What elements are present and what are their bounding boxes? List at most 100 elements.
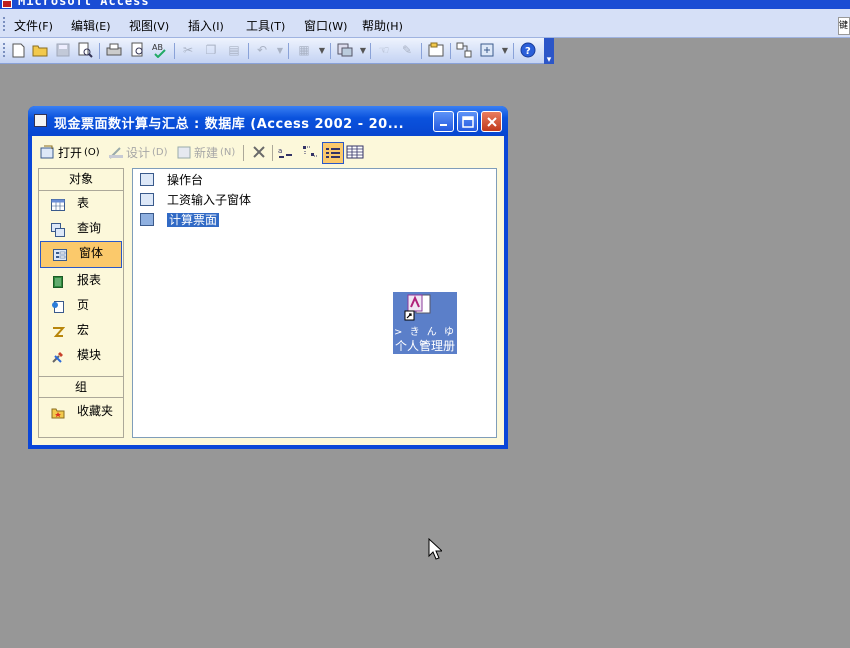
design-label: 设计 bbox=[126, 145, 151, 160]
menu-window[interactable]: 窗口(W) bbox=[304, 17, 347, 34]
new-icon bbox=[176, 144, 192, 160]
small-icons-button[interactable] bbox=[302, 141, 318, 163]
menu-tools[interactable]: 工具(T) bbox=[246, 17, 285, 34]
undo-icon[interactable]: ↶ bbox=[254, 42, 270, 58]
toolbar-separator bbox=[99, 43, 100, 59]
objects-header[interactable]: 对象 bbox=[39, 169, 123, 191]
object-modules[interactable]: 模块 bbox=[39, 343, 123, 368]
details-view-button[interactable] bbox=[346, 141, 364, 163]
toolbar-options-icon[interactable]: ▾ bbox=[544, 38, 554, 65]
new-object-icon[interactable] bbox=[479, 42, 495, 58]
access-app-icon bbox=[2, 0, 12, 8]
design-icon bbox=[108, 144, 124, 160]
database-icon bbox=[34, 114, 47, 127]
query-icon bbox=[51, 221, 65, 237]
object-queries-label: 查询 bbox=[77, 221, 102, 235]
form-icon bbox=[140, 213, 154, 226]
close-button[interactable] bbox=[481, 111, 502, 132]
large-icons-button[interactable]: a bbox=[278, 141, 294, 163]
toolbar-separator bbox=[421, 43, 422, 59]
delete-icon bbox=[253, 146, 265, 158]
open-label: 打开 bbox=[58, 145, 83, 160]
script-icon[interactable]: ✎ bbox=[399, 42, 415, 58]
save-icon[interactable] bbox=[55, 42, 71, 58]
object-pages[interactable]: 页 bbox=[39, 293, 123, 318]
spelling-icon[interactable]: AB bbox=[152, 42, 168, 58]
small-icons-icon bbox=[303, 146, 317, 157]
objects-pane: 对象 表 查询 窗体 报表 页 宏 模块 组 收藏夹 bbox=[38, 168, 124, 438]
database-window-titlebar[interactable]: 现金票面数计算与汇总 : 数据库 (Access 2002 - 20... bbox=[28, 106, 508, 136]
list-item-label: 工资输入子窗体 bbox=[167, 193, 252, 207]
delete-button[interactable] bbox=[251, 141, 267, 163]
analyze-dropdown-icon[interactable]: ▼ bbox=[355, 42, 371, 58]
toolbar-separator bbox=[513, 43, 514, 59]
open-button[interactable]: 打开 (O) bbox=[40, 141, 100, 163]
paste-icon[interactable]: ▤ bbox=[226, 42, 242, 58]
maximize-button[interactable] bbox=[457, 111, 478, 132]
menu-bar: 文件(F) 编辑(E) 视图(V) 插入(I) 工具(T) 窗口(W) 帮助(H… bbox=[0, 9, 850, 38]
office-links-icon[interactable]: ▦ bbox=[296, 42, 312, 58]
form-icon bbox=[53, 247, 67, 261]
list-item-label: 计算票面 bbox=[167, 213, 220, 227]
group-favorites-label: 收藏夹 bbox=[77, 404, 114, 418]
search-file-icon[interactable] bbox=[77, 42, 93, 58]
minimize-button[interactable] bbox=[433, 111, 454, 132]
toolbar-separator bbox=[174, 43, 175, 59]
database-window-body: 打开 (O) 设计 (D) 新建 (N) a 对象 表 查询 窗体 报表 页 宏… bbox=[32, 136, 504, 445]
object-macros-label: 宏 bbox=[77, 323, 90, 337]
object-tables[interactable]: 表 bbox=[39, 191, 123, 216]
object-forms[interactable]: 窗体 bbox=[40, 241, 122, 268]
menu-edit[interactable]: 编辑(E) bbox=[71, 17, 111, 34]
groups-header[interactable]: 组 bbox=[39, 376, 123, 398]
database-window: 现金票面数计算与汇总 : 数据库 (Access 2002 - 20... 打开… bbox=[28, 106, 508, 449]
cut-icon[interactable]: ✂ bbox=[180, 42, 196, 58]
menu-help[interactable]: 帮助(H) bbox=[362, 17, 403, 34]
new-button[interactable]: 新建 (N) bbox=[176, 141, 235, 163]
object-pages-label: 页 bbox=[77, 298, 90, 312]
object-queries[interactable]: 查询 bbox=[39, 216, 123, 241]
office-links-dropdown-icon[interactable]: ▼ bbox=[314, 42, 330, 58]
print-icon[interactable] bbox=[106, 42, 122, 58]
page-icon bbox=[51, 298, 65, 313]
group-favorites[interactable]: 收藏夹 bbox=[39, 399, 123, 424]
help-icon[interactable]: ? bbox=[520, 42, 536, 58]
copy-icon[interactable]: ❐ bbox=[203, 42, 219, 58]
mouse-cursor-icon bbox=[428, 538, 442, 560]
list-view-icon bbox=[326, 148, 340, 158]
toolbar-separator bbox=[248, 43, 249, 59]
toolbar-grip[interactable] bbox=[3, 43, 7, 57]
code-icon[interactable]: ☜ bbox=[376, 42, 392, 58]
properties-icon[interactable] bbox=[428, 42, 444, 58]
list-item[interactable]: 工资输入子窗体 bbox=[139, 191, 251, 209]
menu-view[interactable]: 视图(V) bbox=[129, 17, 169, 34]
list-item[interactable]: 操作台 bbox=[139, 171, 203, 189]
new-object-dropdown-icon[interactable]: ▼ bbox=[497, 42, 513, 58]
question-box[interactable]: 键 bbox=[838, 17, 850, 35]
list-view-button[interactable] bbox=[322, 142, 344, 164]
design-button[interactable]: 设计 (D) bbox=[108, 141, 168, 163]
object-tables-label: 表 bbox=[77, 196, 90, 210]
toolbar-separator bbox=[288, 43, 289, 59]
undo-dropdown-icon[interactable]: ▼ bbox=[272, 42, 288, 58]
window-toolbar-separator bbox=[272, 145, 273, 161]
svg-text:AB: AB bbox=[152, 43, 163, 52]
list-item-selected[interactable]: 计算票面 bbox=[139, 211, 220, 229]
menu-file[interactable]: 文件(F) bbox=[14, 17, 53, 34]
relationships-icon[interactable] bbox=[456, 42, 472, 58]
toolbar-separator bbox=[370, 43, 371, 59]
open-folder-icon[interactable] bbox=[32, 42, 48, 58]
object-reports[interactable]: 报表 bbox=[39, 268, 123, 293]
access-shortcut-icon bbox=[404, 294, 431, 321]
database-toolbar: AB ✂ ❐ ▤ ↶ ▼ ▦ ▼ ▼ ☜ ✎ ▼ ? ▾ bbox=[0, 38, 554, 65]
analyze-icon[interactable] bbox=[337, 42, 353, 58]
menu-insert[interactable]: 插入(I) bbox=[188, 17, 224, 34]
object-macros[interactable]: 宏 bbox=[39, 318, 123, 343]
new-document-icon[interactable] bbox=[10, 42, 26, 58]
menu-grip[interactable] bbox=[3, 17, 7, 31]
large-icons-icon: a bbox=[278, 147, 292, 158]
desktop-shortcut[interactable]: > き ん ゆ > 个人管理册 bbox=[393, 292, 457, 354]
form-icon bbox=[140, 193, 154, 206]
favorites-folder-icon bbox=[51, 404, 65, 419]
details-view-icon bbox=[346, 145, 364, 159]
print-preview-icon[interactable] bbox=[130, 42, 146, 58]
